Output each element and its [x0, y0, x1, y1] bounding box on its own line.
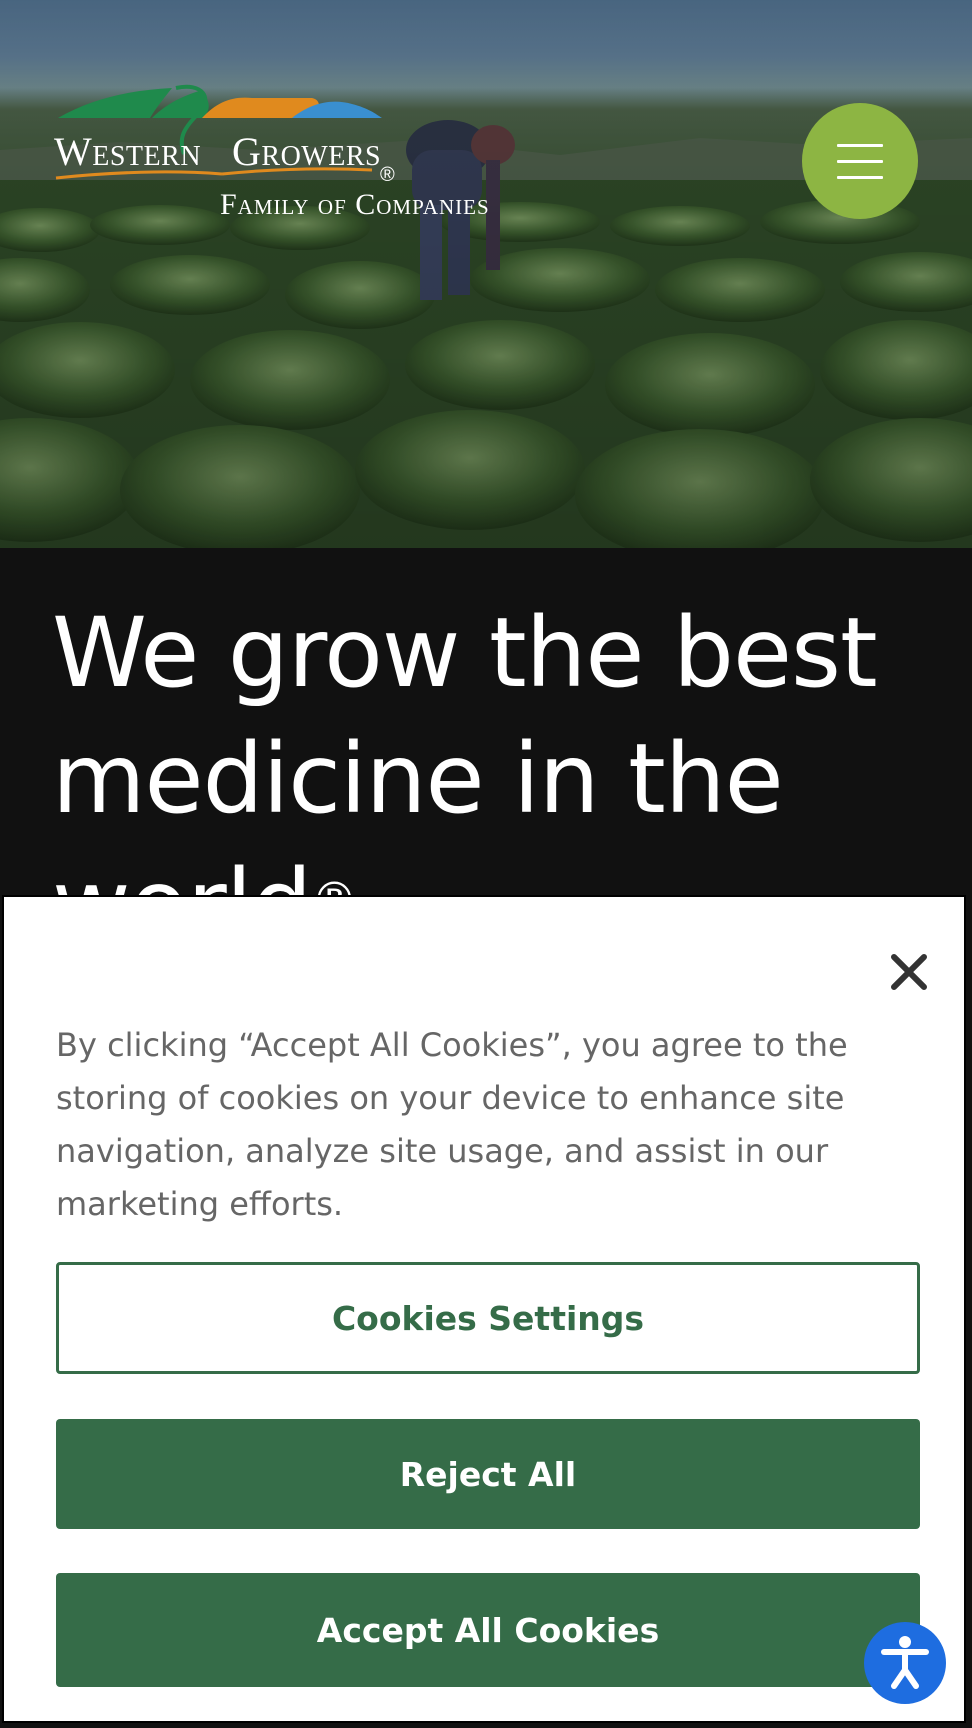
accept-all-cookies-button[interactable]: Accept All Cookies: [56, 1573, 920, 1687]
close-icon[interactable]: [884, 947, 934, 997]
cookie-consent-banner: By clicking “Accept All Cookies”, you ag…: [2, 895, 966, 1723]
cookies-settings-button[interactable]: Cookies Settings: [56, 1262, 920, 1374]
western-growers-logo[interactable]: Western Growers ® Family of Companies: [52, 84, 552, 224]
logo-word-growers: Growers: [232, 129, 382, 174]
accessibility-button[interactable]: [864, 1622, 946, 1704]
accessibility-icon: [881, 1636, 929, 1689]
menu-button[interactable]: [802, 103, 918, 219]
logo-subtitle: Family of Companies: [220, 188, 490, 221]
logo-registered-mark: ®: [380, 164, 395, 186]
cabbage-field-image: [0, 0, 972, 548]
hamburger-menu-icon-line: [837, 175, 883, 179]
reject-all-button[interactable]: Reject All: [56, 1419, 920, 1529]
hamburger-menu-icon-line: [837, 159, 883, 163]
hero-image: Western Growers ® Family of Companies: [0, 0, 972, 548]
logo-word-western: Western: [54, 129, 202, 174]
cookie-message: By clicking “Accept All Cookies”, you ag…: [56, 1026, 848, 1223]
hamburger-menu-icon-line: [837, 143, 883, 147]
